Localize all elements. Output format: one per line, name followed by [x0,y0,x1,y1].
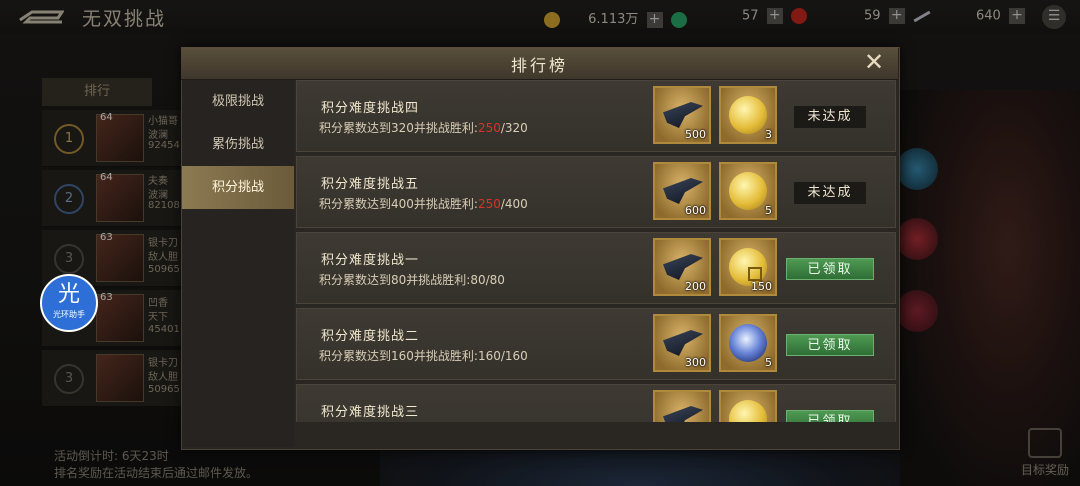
modal-footer [296,422,896,447]
reward-item[interactable]: 500 [653,86,711,144]
reward-item[interactable]: 5 [719,162,777,220]
task-condition: 积分累数达到400并挑战胜利: [319,197,478,211]
crystal-orb-icon [729,324,767,362]
task-description: 积分累数达到80并挑战胜利:80/80 [319,271,505,288]
progress-max: /80 [485,273,505,287]
task-title: 积分难度挑战五 [321,177,420,192]
reward-count: 500 [685,128,706,141]
tab-points-challenge[interactable]: 积分挑战 [182,166,294,209]
task-title: 积分难度挑战一 [321,253,420,268]
reward-item[interactable]: 150 [719,238,777,296]
blade-icon [663,254,703,280]
reward-count: 200 [685,280,706,293]
reward-item[interactable] [719,390,777,422]
challenge-tabs: 极限挑战 累伤挑战 积分挑战 [182,80,294,447]
app-logo[interactable]: 光 光环助手 [40,274,98,332]
status-badge: 未达成 [794,182,866,204]
progress-max: /320 [500,121,528,135]
task-condition: 积分累数达到160并挑战胜利: [319,349,478,363]
reward-list[interactable]: 积分难度挑战四 积分累数达到320并挑战胜利:250/320 500 3 未达成… [296,80,896,422]
task-description: 积分累数达到160并挑战胜利:160/160 [319,347,528,364]
task-description: 积分累数达到400并挑战胜利:250/400 [319,195,528,212]
gold-coin-icon [729,172,767,210]
task-title: 积分难度挑战三 [321,405,420,420]
modal-title: 排行榜 [510,56,568,75]
list-item: 积分难度挑战二 积分累数达到160并挑战胜利:160/160 300 5 已领取 [296,308,896,380]
reward-item[interactable]: 200 [653,238,711,296]
task-condition: 积分累数达到80并挑战胜利: [319,273,471,287]
reward-count: 150 [751,280,772,293]
progress-current: 80 [470,273,486,287]
claimed-button[interactable]: 已领取 [786,258,874,280]
reward-item[interactable]: 600 [653,162,711,220]
reward-item[interactable]: 5 [719,314,777,372]
status-badge: 未达成 [794,106,866,128]
blade-icon [663,406,703,422]
task-title: 积分难度挑战四 [321,101,420,116]
blade-icon [663,102,703,128]
reward-item[interactable]: 3 [719,86,777,144]
reward-count: 300 [685,356,706,369]
progress-current: 250 [477,197,501,211]
task-title: 积分难度挑战二 [321,329,420,344]
reward-count: 600 [685,204,706,217]
list-item: 积分难度挑战四 积分累数达到320并挑战胜利:250/320 500 3 未达成 [296,80,896,152]
reward-count: 5 [765,204,772,217]
logo-glyph: 光 [57,282,80,307]
reward-count: 3 [765,128,772,141]
list-item: 积分难度挑战三 已领取 [296,384,896,422]
gold-coin-icon [729,96,767,134]
blade-icon [663,178,703,204]
close-icon[interactable]: ✕ [860,49,888,75]
reward-item[interactable] [653,390,711,422]
claimed-button[interactable]: 已领取 [786,334,874,356]
gold-coin-icon [729,400,767,422]
reward-item[interactable]: 300 [653,314,711,372]
progress-current: 250 [477,121,501,135]
progress-current: 160 [477,349,501,363]
progress-max: /400 [500,197,528,211]
progress-max: /160 [500,349,528,363]
reward-count: 5 [765,356,772,369]
tab-limit-challenge[interactable]: 极限挑战 [182,80,294,123]
tab-damage-challenge[interactable]: 累伤挑战 [182,123,294,166]
task-description: 积分累数达到320并挑战胜利:250/320 [319,119,528,136]
list-item: 积分难度挑战五 积分累数达到400并挑战胜利:250/400 600 5 未达成 [296,156,896,228]
list-item: 积分难度挑战一 积分累数达到80并挑战胜利:80/80 200 150 已领取 [296,232,896,304]
blade-icon [663,330,703,356]
claimed-button[interactable]: 已领取 [786,410,874,422]
logo-caption: 光环助手 [53,310,85,319]
task-condition: 积分累数达到320并挑战胜利: [319,121,478,135]
